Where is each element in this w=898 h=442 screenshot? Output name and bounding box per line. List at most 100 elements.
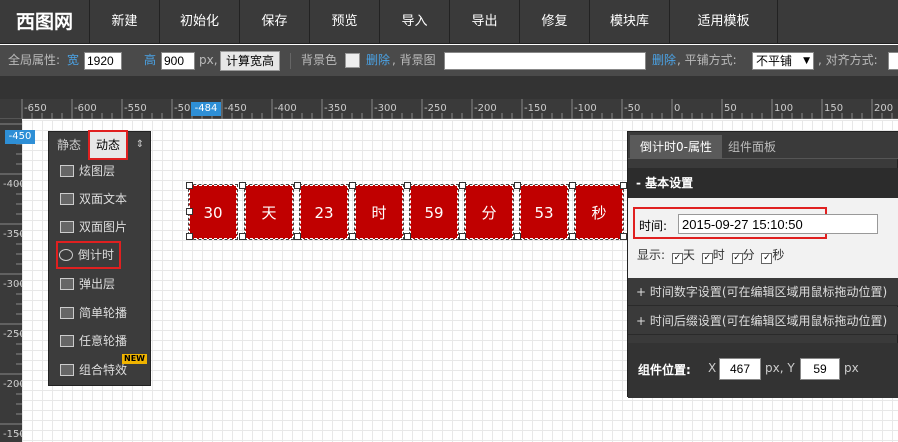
palette-item-label: 炫图层 (79, 164, 116, 178)
resize-handle[interactable] (294, 182, 301, 189)
carousel-icon (60, 307, 74, 319)
palette-item-layer[interactable]: 炫图层 (60, 160, 115, 182)
tab-dynamic[interactable]: 动态 (88, 130, 128, 160)
palette-item-double-image[interactable]: 双面图片 (60, 216, 127, 238)
countdown-days-suffix[interactable]: 天 (244, 184, 294, 240)
menu-module-lib[interactable]: 模块库 (590, 0, 670, 44)
tab-static[interactable]: 静态 (49, 132, 89, 158)
palette-item-label: 任意轮播 (79, 334, 128, 348)
countdown-seconds-suffix[interactable]: 秒 (574, 184, 624, 240)
checkbox-hour[interactable]: ✓ (701, 253, 713, 264)
countdown-hours-suffix[interactable]: 时 (354, 184, 404, 240)
resize-handle[interactable] (514, 182, 521, 189)
horizontal-ruler[interactable]: -650 -600 -550 -500 -450 -400 -350 -300 … (0, 99, 898, 119)
basic-settings-header[interactable]: - 基本设置 (628, 168, 898, 198)
menu-export[interactable]: 导出 (450, 0, 520, 44)
palette-item-countdown[interactable]: 倒计时 (55, 241, 122, 269)
site-logo: 西图网 (0, 0, 90, 44)
resize-handle[interactable] (569, 182, 576, 189)
palette-item-free-carousel[interactable]: 任意轮播 (60, 330, 127, 352)
h-ruler-label: 200 (874, 103, 894, 114)
layer-icon (60, 165, 74, 177)
resize-handle[interactable] (404, 233, 411, 240)
resize-handle[interactable] (620, 233, 627, 240)
resize-handle[interactable] (239, 182, 246, 189)
tab-countdown-props[interactable]: 倒计时0-属性 (630, 135, 722, 159)
checkbox-minute[interactable]: ✓ (731, 253, 743, 264)
countdown-component[interactable]: 30 天 23 时 59 分 53 秒 (186, 182, 627, 240)
calc-size-button[interactable]: 计算宽高 (220, 51, 281, 71)
time-setting-row: 时间: (633, 207, 878, 239)
resize-handle[interactable] (569, 233, 576, 240)
resize-handle[interactable] (349, 233, 356, 240)
resize-handle[interactable] (349, 182, 356, 189)
palette-item-double-text[interactable]: 双面文本 (60, 188, 127, 210)
menu-new[interactable]: 新建 (90, 0, 160, 44)
number-settings-section[interactable]: + 时间数字设置(可在编辑区域用鼠标拖动位置) (628, 278, 898, 306)
palette-item-combo-effect[interactable]: 组合特效 (60, 359, 127, 381)
countdown-seconds-value[interactable]: 53 (519, 184, 569, 240)
checkbox-day[interactable]: ✓ (671, 253, 683, 264)
menu-templates[interactable]: 适用模板 (670, 0, 778, 44)
checkbox-second[interactable]: ✓ (761, 253, 773, 264)
resize-handle[interactable] (459, 233, 466, 240)
properties-panel: 倒计时0-属性 组件面板 - 基本设置 时间: 显示: ✓天 ✓时 ✓分 ✓秒 … (627, 131, 898, 398)
menu-import[interactable]: 导入 (380, 0, 450, 44)
delete-bg-color-link[interactable]: 删除 (366, 45, 390, 76)
height-label: 高 (144, 53, 157, 67)
delete-bg-image-link[interactable]: 删除 (652, 45, 676, 76)
time-input[interactable] (678, 214, 878, 234)
palette-item-label: 双面文本 (79, 192, 128, 206)
vertical-ruler[interactable]: -400 -350 -300 -250 -200 -150 (0, 119, 26, 442)
resize-handle[interactable] (404, 182, 411, 189)
countdown-minutes-suffix[interactable]: 分 (464, 184, 514, 240)
palette-item-simple-carousel[interactable]: 简单轮播 (60, 302, 127, 324)
resize-handle[interactable] (459, 182, 466, 189)
bg-color-swatch[interactable] (345, 53, 360, 68)
h-ruler-label: -200 (474, 103, 497, 114)
h-ruler-label: -400 (274, 103, 297, 114)
resize-handle[interactable] (186, 182, 193, 189)
h-ruler-label: -600 (74, 103, 97, 114)
tab-component-panel[interactable]: 组件面板 (718, 135, 786, 159)
countdown-days-value[interactable]: 30 (188, 184, 238, 240)
h-ruler-label: 150 (824, 103, 844, 114)
resize-handle[interactable] (239, 233, 246, 240)
bg-image-input[interactable] (444, 52, 646, 70)
suffix-settings-section[interactable]: + 时间后缀设置(可在编辑区域用鼠标拖动位置) (628, 307, 898, 335)
resize-handle[interactable] (186, 233, 193, 240)
h-ruler-label: -150 (524, 103, 547, 114)
menu-init[interactable]: 初始化 (160, 0, 240, 44)
chevron-down-icon: ▼ (803, 56, 810, 66)
grid-icon (60, 335, 74, 347)
collapse-toggle-icon[interactable]: ⇕ (129, 132, 151, 158)
component-position-row: 组件位置: X px, Y px (628, 343, 898, 398)
double-text-icon (60, 193, 74, 205)
height-input[interactable] (161, 52, 195, 70)
align-label: , 对齐方式: (818, 53, 878, 67)
separator (290, 53, 291, 69)
resize-handle[interactable] (620, 182, 627, 189)
checkbox-day-label: 天 (682, 248, 695, 262)
resize-handle[interactable] (186, 208, 193, 215)
menu-repair[interactable]: 修复 (520, 0, 590, 44)
resize-handle[interactable] (294, 233, 301, 240)
align-select[interactable] (888, 52, 898, 70)
menu-save[interactable]: 保存 (240, 0, 310, 44)
y-input[interactable] (800, 358, 840, 380)
palette-item-popup[interactable]: 弹出层 (60, 273, 115, 295)
countdown-hours-value[interactable]: 23 (299, 184, 349, 240)
repeat-select[interactable]: 不平铺 ▼ (752, 52, 814, 70)
resize-handle[interactable] (514, 233, 521, 240)
width-input[interactable] (84, 52, 122, 70)
properties-tab-bar: 倒计时0-属性 组件面板 (628, 132, 898, 159)
menu-preview[interactable]: 预览 (310, 0, 380, 44)
countdown-minutes-value[interactable]: 59 (409, 184, 459, 240)
checkbox-minute-label: 分 (742, 248, 755, 262)
palette-item-label: 双面图片 (79, 220, 128, 234)
image-icon (60, 221, 74, 233)
palette-item-label: 组合特效 (79, 363, 128, 377)
x-input[interactable] (719, 358, 761, 380)
global-props-label: 全局属性: (8, 53, 61, 67)
basic-settings-body: 时间: 显示: ✓天 ✓时 ✓分 ✓秒 (628, 198, 898, 278)
